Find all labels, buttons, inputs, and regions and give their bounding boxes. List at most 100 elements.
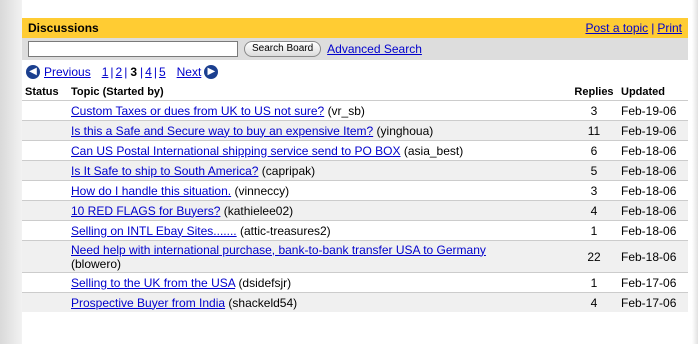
left-arrow-circle-icon[interactable]: ◀ (26, 65, 40, 79)
topic-link[interactable]: Is It Safe to ship to South America? (71, 164, 258, 178)
column-topic: Topic (Started by) (71, 86, 164, 98)
page-separator: | (110, 65, 114, 79)
topic-link[interactable]: Is this a Safe and Secure way to buy an … (71, 124, 373, 138)
topic-cell: Need help with international purchase, b… (68, 240, 570, 273)
page-link-1[interactable]: 1 (102, 65, 109, 79)
topic-link[interactable]: Need help with international purchase, b… (71, 243, 486, 257)
topics-table: Status Topic (Started by) Replies Update… (22, 84, 688, 312)
table-row: Need help with international purchase, b… (22, 240, 688, 273)
topic-author: (yinghoua) (376, 123, 434, 138)
previous-link[interactable]: Previous (44, 65, 91, 79)
next-link[interactable]: Next (177, 65, 202, 79)
replies-cell: 1 (570, 272, 618, 293)
replies-cell: 5 (570, 160, 618, 181)
topic-cell: Prospective Buyer from India (shackeld54… (68, 292, 570, 312)
status-cell (22, 200, 68, 221)
table-row: Is It Safe to ship to South America? (ca… (22, 160, 688, 181)
header-links: Post a topic | Print (585, 21, 682, 35)
column-replies: Replies (574, 86, 614, 98)
column-status: Status (25, 86, 59, 98)
topic-cell: 10 RED FLAGS for Buyers? (kathielee02) (68, 200, 570, 221)
discussions-title: Discussions (28, 21, 99, 35)
page-link-5[interactable]: 5 (159, 65, 166, 79)
updated-cell: Feb-18-06 (618, 140, 688, 161)
status-cell (22, 180, 68, 201)
topic-cell: Selling on INTL Ebay Sites....... (attic… (68, 220, 570, 241)
topic-author: (attic-treasures2) (239, 223, 331, 238)
replies-cell: 22 (570, 240, 618, 273)
status-cell (22, 120, 68, 141)
topic-link[interactable]: How do I handle this situation. (71, 184, 231, 198)
topic-cell: How do I handle this situation. (vinnecc… (68, 180, 570, 201)
table-row: How do I handle this situation. (vinnecc… (22, 180, 688, 201)
updated-cell: Feb-17-06 (618, 272, 688, 293)
status-cell (22, 140, 68, 161)
page-separator: | (124, 65, 128, 79)
table-row: Selling to the UK from the USA (dsidefsj… (22, 272, 688, 293)
replies-cell: 6 (570, 140, 618, 161)
updated-cell: Feb-18-06 (618, 180, 688, 201)
topic-cell: Can US Postal International shipping ser… (68, 140, 570, 161)
right-page-shadow (692, 0, 698, 344)
status-cell (22, 160, 68, 181)
topic-author: (asia_best) (403, 143, 464, 158)
status-cell (22, 240, 68, 273)
replies-cell: 11 (570, 120, 618, 141)
topic-cell: Selling to the UK from the USA (dsidefsj… (68, 272, 570, 293)
topic-cell: Is It Safe to ship to South America? (ca… (68, 160, 570, 181)
topic-author: (dsidefsjr) (238, 275, 292, 290)
table-row: 10 RED FLAGS for Buyers? (kathielee02) 4… (22, 200, 688, 221)
discussions-panel: Discussions Post a topic | Print Search Bo… (22, 18, 688, 344)
current-page: 3 (130, 65, 137, 79)
advanced-search-link[interactable]: Advanced Search (327, 42, 422, 56)
topic-author: (shackeld54) (228, 295, 298, 310)
discussions-header: Discussions Post a topic | Print (22, 18, 688, 38)
table-row: Prospective Buyer from India (shackeld54… (22, 292, 688, 312)
topic-cell: Is this a Safe and Secure way to buy an … (68, 120, 570, 141)
left-page-shadow (0, 0, 22, 344)
search-bar: Search Board Advanced Search (22, 38, 688, 60)
table-row: Can US Postal International shipping ser… (22, 140, 688, 161)
updated-cell: Feb-19-06 (618, 120, 688, 141)
table-header-row: Status Topic (Started by) Replies Update… (22, 84, 688, 101)
header-link-separator: | (651, 21, 655, 35)
status-cell (22, 272, 68, 293)
search-input[interactable] (28, 41, 238, 57)
replies-cell: 1 (570, 220, 618, 241)
topic-link[interactable]: Custom Taxes or dues from UK to US not s… (71, 104, 324, 118)
topic-author: (vinneccy) (234, 183, 290, 198)
replies-cell: 3 (570, 100, 618, 121)
page-link-4[interactable]: 4 (145, 65, 152, 79)
updated-cell: Feb-18-06 (618, 200, 688, 221)
page-separator: | (140, 65, 144, 79)
topic-author: (kathielee02) (223, 203, 294, 218)
topic-author: (capripak) (261, 163, 316, 178)
table-row: Selling on INTL Ebay Sites....... (attic… (22, 220, 688, 241)
updated-cell: Feb-18-06 (618, 220, 688, 241)
updated-cell: Feb-17-06 (618, 292, 688, 312)
topic-link[interactable]: 10 RED FLAGS for Buyers? (71, 204, 220, 218)
print-link[interactable]: Print (657, 21, 682, 35)
topic-link[interactable]: Selling on INTL Ebay Sites....... (71, 224, 237, 238)
post-topic-link[interactable]: Post a topic (585, 21, 648, 35)
topic-link[interactable]: Prospective Buyer from India (71, 296, 225, 310)
page-separator: | (153, 65, 157, 79)
updated-cell: Feb-18-06 (618, 160, 688, 181)
status-cell (22, 100, 68, 121)
replies-cell: 4 (570, 292, 618, 312)
status-cell (22, 292, 68, 312)
pagination: ◀ Previous 1 | 2 | 3 | 4 | 5 Next ▶ (22, 60, 688, 84)
topic-link[interactable]: Selling to the UK from the USA (71, 276, 235, 290)
updated-cell: Feb-18-06 (618, 240, 688, 273)
topic-link[interactable]: Can US Postal International shipping ser… (71, 144, 401, 158)
topic-author: (vr_sb) (327, 103, 365, 118)
table-row: Custom Taxes or dues from UK to US not s… (22, 100, 688, 121)
search-board-button[interactable]: Search Board (244, 41, 322, 57)
page-link-2[interactable]: 2 (116, 65, 123, 79)
updated-cell: Feb-19-06 (618, 100, 688, 121)
replies-cell: 3 (570, 180, 618, 201)
column-updated: Updated (621, 86, 665, 98)
right-arrow-circle-icon[interactable]: ▶ (204, 65, 219, 79)
table-row: Is this a Safe and Secure way to buy an … (22, 120, 688, 141)
status-cell (22, 220, 68, 241)
